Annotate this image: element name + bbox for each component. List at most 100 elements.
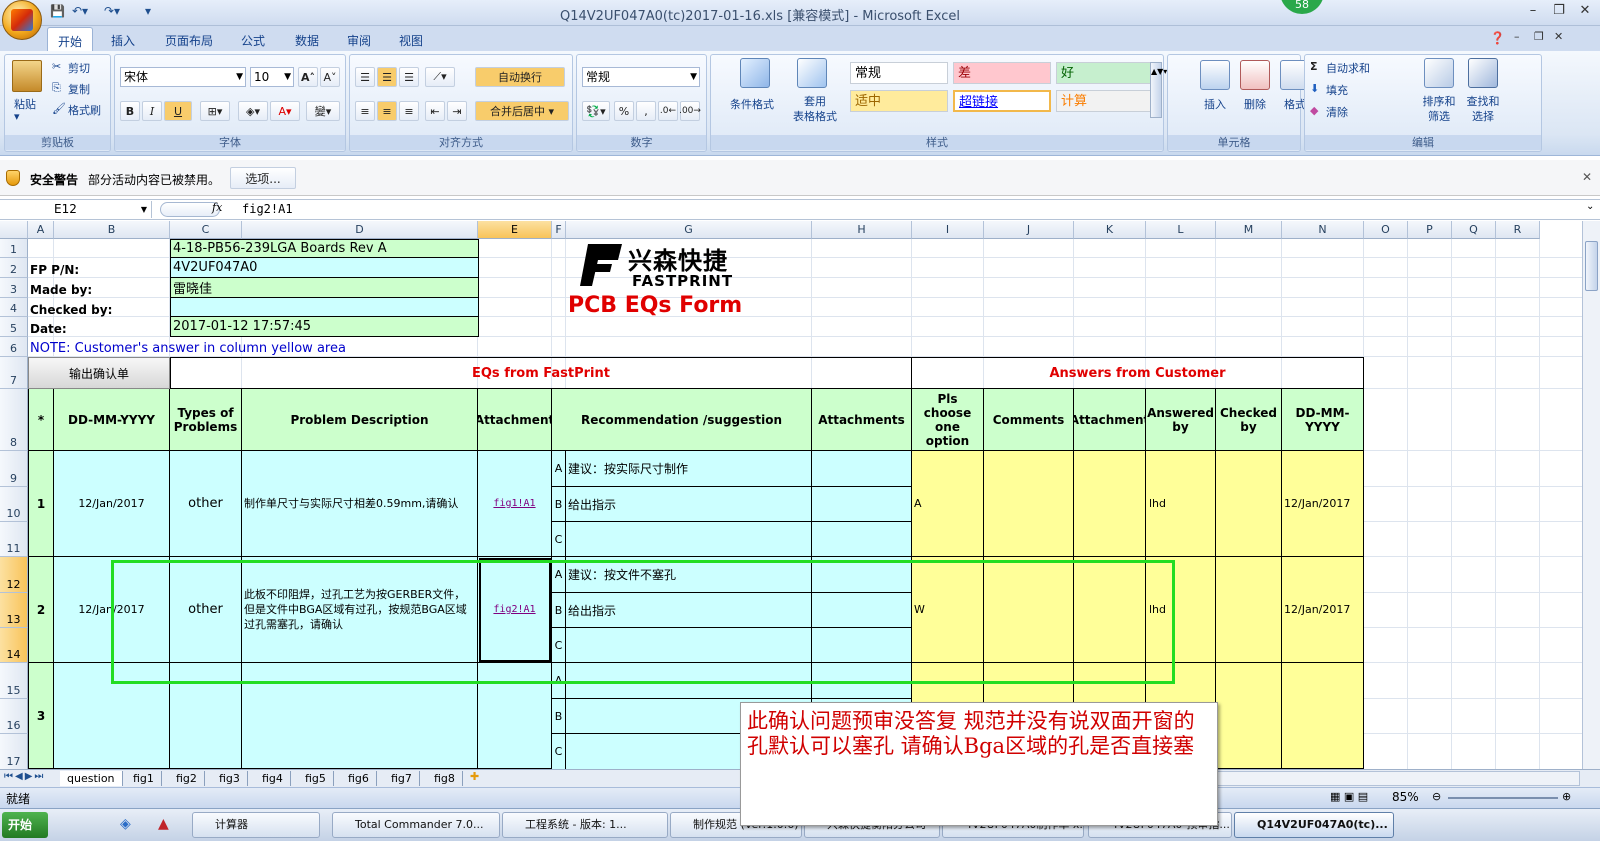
insert-function-icon[interactable]: fx xyxy=(212,201,222,214)
item-type[interactable]: other xyxy=(170,451,242,557)
name-box[interactable]: E12 ▼ xyxy=(2,201,152,218)
sort-filter-icon[interactable] xyxy=(1424,58,1454,88)
select-all-corner[interactable] xyxy=(0,221,28,239)
start-button[interactable]: 开始 xyxy=(2,812,48,838)
cell-style-0[interactable]: 常规 xyxy=(850,62,948,84)
office-button[interactable] xyxy=(2,0,42,40)
column-header-d[interactable]: D xyxy=(242,221,478,239)
security-close-icon[interactable]: ✕ xyxy=(1582,170,1592,184)
column-header-i[interactable]: I xyxy=(912,221,984,239)
tab-page-layout[interactable]: 页面布局 xyxy=(155,30,223,51)
sheet-nav-icon[interactable]: ⏮◀▶⏭ xyxy=(4,771,45,782)
row-header-10[interactable]: 10 xyxy=(0,487,28,522)
column-header-o[interactable]: O xyxy=(1364,221,1408,239)
row-header-2[interactable]: 2 xyxy=(0,258,28,278)
item-checked-by[interactable] xyxy=(1216,451,1282,557)
format-cells-button[interactable]: 格式 xyxy=(1284,96,1306,112)
item-checked-by[interactable] xyxy=(1216,663,1282,769)
sheet-tab-fig7[interactable]: fig7 xyxy=(384,771,420,786)
column-header-c[interactable]: C xyxy=(170,221,242,239)
header-value-made-by[interactable]: 雷晓佳 xyxy=(170,278,479,298)
option-attachments[interactable] xyxy=(812,593,912,628)
formula-input[interactable]: fig2!A1 xyxy=(242,202,293,216)
decrease-decimal-icon[interactable]: .00→ xyxy=(679,101,701,121)
row-header-12[interactable]: 12 xyxy=(0,557,28,593)
shrink-font-icon[interactable]: A˅ xyxy=(320,67,340,87)
formula-bar-splitter[interactable] xyxy=(160,202,220,217)
fill-icon[interactable]: ⬇ xyxy=(1310,82,1319,95)
sheet-tab-fig2[interactable]: fig2 xyxy=(169,771,205,786)
row-header-13[interactable]: 13 xyxy=(0,593,28,628)
underline-button[interactable]: U xyxy=(164,101,192,121)
orientation-icon[interactable]: ⟋▾ xyxy=(425,67,455,87)
option-attachments[interactable] xyxy=(812,522,912,557)
column-header-a[interactable]: A xyxy=(28,221,54,239)
item-problem[interactable] xyxy=(242,663,478,769)
conditional-format-button[interactable]: 条件格式 xyxy=(730,96,774,112)
row-header-4[interactable]: 4 xyxy=(0,298,28,317)
merge-center-button[interactable]: 合并后居中 ▾ xyxy=(475,101,569,121)
conditional-format-icon[interactable] xyxy=(740,58,770,88)
workbook-minimize-icon[interactable]: – xyxy=(1514,30,1520,43)
item-problem[interactable]: 制作单尺寸与实际尺寸相差0.59mm,请确认 xyxy=(242,451,478,557)
option-text[interactable]: 给出指示 xyxy=(566,487,812,522)
row-header-5[interactable]: 5 xyxy=(0,317,28,337)
item-choice[interactable]: W xyxy=(912,557,984,663)
row-header-16[interactable]: 16 xyxy=(0,699,28,734)
item-date[interactable] xyxy=(54,663,170,769)
align-center-icon[interactable]: ≡ xyxy=(377,101,397,121)
row-header-11[interactable]: 11 xyxy=(0,522,28,557)
quicklaunch-icon[interactable]: ◈ xyxy=(120,816,131,832)
tab-insert[interactable]: 插入 xyxy=(101,30,145,51)
column-header-q[interactable]: Q xyxy=(1452,221,1496,239)
undo-icon[interactable]: ↶▾ xyxy=(72,4,88,22)
item-date2[interactable]: 12/Jan/2017 xyxy=(1282,557,1364,663)
workbook-restore-icon[interactable]: ❐ xyxy=(1534,30,1544,43)
option-text[interactable] xyxy=(566,522,812,557)
acrobat-icon[interactable]: ▲ xyxy=(158,816,169,832)
restore-icon[interactable]: ❐ xyxy=(1546,3,1572,23)
item-comments[interactable] xyxy=(984,451,1074,557)
taskbar-item-7[interactable]: Q14V2UF047A0(tc)... xyxy=(1234,812,1394,838)
wrap-text-button[interactable]: 自动换行 xyxy=(475,67,565,87)
item-comments[interactable] xyxy=(984,557,1074,663)
phonetic-icon[interactable]: 變▾ xyxy=(306,101,340,121)
vertical-scroll-thumb[interactable] xyxy=(1585,241,1598,291)
cut-icon[interactable]: ✂ xyxy=(52,60,61,73)
item-attachment-link[interactable]: fig2!A1 xyxy=(478,557,552,663)
save-icon[interactable]: 💾 xyxy=(50,4,65,22)
option-attachments[interactable] xyxy=(812,663,912,699)
cell-style-2[interactable]: 好 xyxy=(1056,62,1154,84)
item-attachment-link[interactable]: fig1!A1 xyxy=(478,451,552,557)
header-value-date[interactable]: 2017-01-12 17:57:45 xyxy=(170,317,479,337)
item-attachment-link[interactable] xyxy=(478,663,552,769)
align-middle-icon[interactable]: ☰ xyxy=(377,67,397,87)
cell-style-1[interactable]: 差 xyxy=(953,62,1051,84)
column-header-k[interactable]: K xyxy=(1074,221,1146,239)
cell-style-4[interactable]: 超链接 xyxy=(953,90,1051,112)
align-left-icon[interactable]: ≡ xyxy=(355,101,375,121)
row-header-15[interactable]: 15 xyxy=(0,663,28,699)
comma-icon[interactable]: , xyxy=(636,101,656,121)
option-text[interactable]: 给出指示 xyxy=(566,593,812,628)
column-header-g[interactable]: G xyxy=(566,221,812,239)
sheet-tab-fig4[interactable]: fig4 xyxy=(255,771,291,786)
zoom-slider[interactable] xyxy=(1448,797,1558,799)
percent-button[interactable]: % xyxy=(614,101,634,121)
horizontal-scrollbar[interactable] xyxy=(1210,771,1580,786)
column-header-l[interactable]: L xyxy=(1146,221,1216,239)
column-header-h[interactable]: H xyxy=(812,221,912,239)
number-format-combo[interactable]: 常规 ▼ xyxy=(582,67,700,87)
sort-filter-button[interactable]: 排序和 筛选 xyxy=(1418,94,1460,124)
row-header-17[interactable]: 17 xyxy=(0,734,28,769)
paste-dropdown-icon[interactable]: ▾ xyxy=(14,110,20,123)
option-text[interactable]: 建议：按文件不塞孔 xyxy=(566,557,812,593)
clear-button[interactable]: 清除 xyxy=(1326,104,1348,120)
column-header-e[interactable]: E xyxy=(478,221,552,239)
column-header-b[interactable]: B xyxy=(54,221,170,239)
increase-indent-icon[interactable]: ⇥ xyxy=(447,101,467,121)
autosum-button[interactable]: 自动求和 xyxy=(1326,60,1370,76)
zoom-out-icon[interactable]: ⊖ xyxy=(1432,790,1441,803)
insert-sheet-icon[interactable]: ✚ xyxy=(470,770,479,783)
header-value-checked-by[interactable] xyxy=(170,298,479,317)
